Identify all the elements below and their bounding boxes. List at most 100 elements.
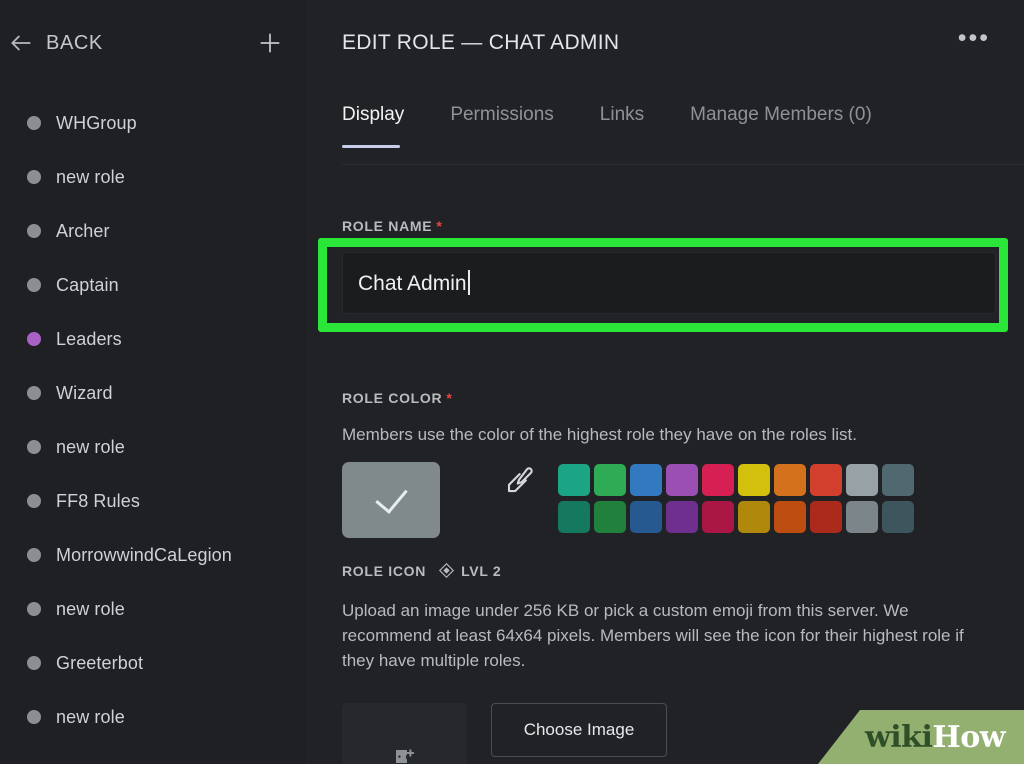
role-list-item[interactable]: WHGroup <box>0 96 307 150</box>
role-list: WHGroup new role Archer Captain Leaders Wizar… <box>0 86 307 744</box>
section-label: ROLE NAME * <box>342 218 442 234</box>
role-list-item-label: Captain <box>56 274 119 295</box>
color-swatch[interactable] <box>702 464 734 496</box>
role-color-label-text: ROLE COLOR <box>342 390 443 406</box>
tab-bar: Display Permissions Links Manage Members (0… <box>342 86 990 148</box>
role-name-label: ROLE NAME * <box>342 218 442 234</box>
role-list-item[interactable]: Captain <box>0 258 307 312</box>
role-color-dot-icon <box>27 224 41 238</box>
role-list-item[interactable]: Wizard <box>0 366 307 420</box>
color-swatch[interactable] <box>702 501 734 533</box>
check-icon <box>374 480 408 514</box>
role-icon-description: Upload an image under 256 KB or pick a c… <box>342 601 964 670</box>
tab-divider <box>342 164 1024 165</box>
section-label: ROLE COLOR * <box>342 390 453 406</box>
color-swatch[interactable] <box>882 501 914 533</box>
role-color-label: ROLE COLOR * <box>342 390 453 406</box>
role-color-dot-icon <box>27 116 41 130</box>
level-badge-text: LVL 2 <box>461 562 502 579</box>
role-color-dot-icon <box>27 602 41 616</box>
role-list-item-label: new role <box>56 436 125 457</box>
color-swatch[interactable] <box>810 464 842 496</box>
wikihow-wiki-text: wiki <box>864 719 933 755</box>
level-badge: LVL 2 <box>438 562 501 579</box>
color-swatch[interactable] <box>882 464 914 496</box>
role-color-dot-icon <box>27 656 41 670</box>
role-list-item-label: Wizard <box>56 382 113 403</box>
role-list-item[interactable]: Archer <box>0 204 307 258</box>
color-swatch[interactable] <box>774 501 806 533</box>
color-swatch[interactable] <box>846 464 878 496</box>
role-list-item[interactable]: FF8 Rules <box>0 474 307 528</box>
eyedropper-icon[interactable] <box>494 466 544 496</box>
image-add-icon <box>395 749 414 763</box>
server-boost-icon <box>439 562 455 579</box>
color-swatch[interactable] <box>630 501 662 533</box>
role-list-item[interactable]: Leaders <box>0 312 307 366</box>
role-name-value: Chat Admin <box>358 272 467 295</box>
color-picker-row <box>342 462 914 538</box>
color-swatch[interactable] <box>594 464 626 496</box>
role-list-item-label: WHGroup <box>56 112 137 133</box>
color-swatch[interactable] <box>666 464 698 496</box>
role-list-item[interactable]: MorrowwindCaLegion <box>0 528 307 582</box>
role-list-item-label: new role <box>56 166 125 187</box>
role-list-item-label: FF8 Rules <box>56 490 140 511</box>
color-swatch[interactable] <box>630 464 662 496</box>
tab-manage[interactable]: Manage Members (0) <box>690 104 872 142</box>
color-swatch-grid <box>558 464 914 533</box>
role-list-item-label: new role <box>56 706 125 727</box>
more-horizontal-icon[interactable]: ••• <box>958 26 990 53</box>
role-list-item[interactable]: new role <box>0 420 307 474</box>
color-swatch[interactable] <box>846 501 878 533</box>
role-name-input[interactable]: Chat Admin <box>342 252 996 314</box>
color-swatch[interactable] <box>738 464 770 496</box>
required-marker: * <box>436 218 443 234</box>
role-name-label-text: ROLE NAME <box>342 218 433 234</box>
role-editor-content: EDIT ROLE — CHAT ADMIN ••• Display Permis… <box>308 0 1024 764</box>
wikihow-how-text: How <box>932 719 1006 755</box>
color-swatch[interactable] <box>774 464 806 496</box>
role-list-item-label: new role <box>56 598 125 619</box>
choose-image-button[interactable]: Choose Image <box>491 703 667 757</box>
roles-sidebar: BACK WHGroup new role Archer Captain Leaders… <box>0 0 308 764</box>
color-swatch[interactable] <box>738 501 770 533</box>
panel-header: EDIT ROLE — CHAT ADMIN ••• <box>342 0 990 86</box>
role-color-dot-icon <box>27 710 41 724</box>
role-icon-label-text: ROLE ICON <box>342 562 427 579</box>
page-title: EDIT ROLE — CHAT ADMIN <box>342 31 620 54</box>
discord-role-editor: BACK WHGroup new role Archer Captain Leaders… <box>0 0 1024 764</box>
role-color-dot-icon <box>27 332 41 346</box>
icon-upload-dropzone[interactable] <box>342 703 467 764</box>
role-list-item[interactable]: new role <box>0 150 307 204</box>
color-swatch[interactable] <box>666 501 698 533</box>
role-list-item[interactable]: new role <box>0 690 307 744</box>
role-editor-panel: EDIT ROLE — CHAT ADMIN ••• Display Permis… <box>308 0 1024 764</box>
role-list-item-label: Greeterbot <box>56 652 144 673</box>
selected-color-swatch[interactable] <box>342 462 440 538</box>
color-swatch[interactable] <box>810 501 842 533</box>
role-list-item-label: Archer <box>56 220 110 241</box>
section-label: ROLE ICON <box>342 563 426 579</box>
required-marker: * <box>446 390 453 406</box>
role-color-description: Members use the color of the highest rol… <box>342 425 857 444</box>
color-swatch[interactable] <box>558 501 590 533</box>
back-label[interactable]: BACK <box>46 32 103 55</box>
role-list-item[interactable]: Greeterbot <box>0 636 307 690</box>
role-icon-label: ROLE ICON LVL 2 <box>342 562 501 579</box>
icon-upload-row: Choose Image <box>342 703 667 764</box>
tab-permissions[interactable]: Permissions <box>450 104 553 142</box>
plus-icon[interactable] <box>255 28 285 58</box>
role-list-item-label: Leaders <box>56 328 122 349</box>
role-list-item-label: MorrowwindCaLegion <box>56 544 232 565</box>
sidebar-header: BACK <box>0 0 307 86</box>
role-list-item[interactable]: new role <box>0 582 307 636</box>
arrow-left-icon[interactable] <box>4 26 38 60</box>
tab-links[interactable]: Links <box>600 104 644 142</box>
role-color-dot-icon <box>27 386 41 400</box>
role-color-dot-icon <box>27 170 41 184</box>
tab-display[interactable]: Display <box>342 104 404 148</box>
color-swatch[interactable] <box>558 464 590 496</box>
role-color-dot-icon <box>27 494 41 508</box>
color-swatch[interactable] <box>594 501 626 533</box>
